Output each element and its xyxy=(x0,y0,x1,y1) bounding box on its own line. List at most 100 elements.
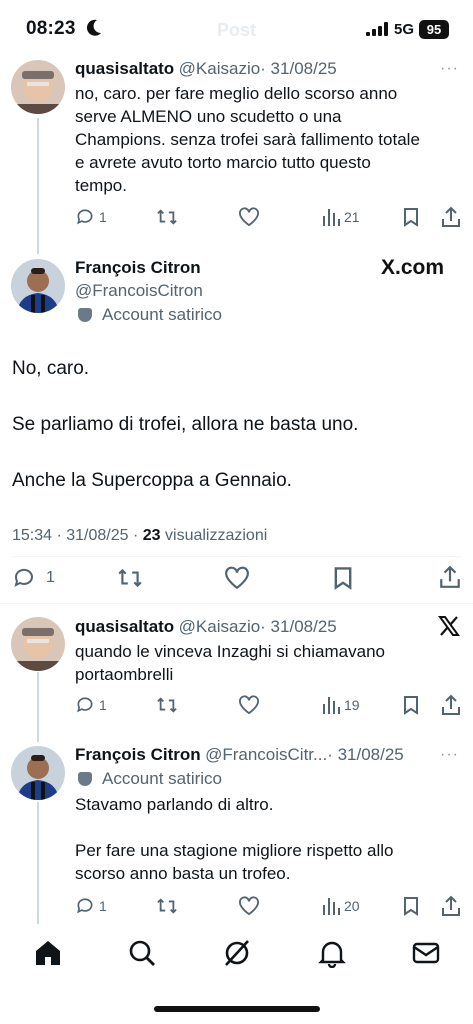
notifications-icon[interactable] xyxy=(317,938,347,968)
post-header: François Citron @FrancoisCitr...· 31/08/… xyxy=(75,745,404,765)
author-handle[interactable]: @Kaisazio xyxy=(179,617,261,636)
post-line: serve ALMENO uno scudetto o una xyxy=(75,107,342,126)
reply-button[interactable]: 1 xyxy=(75,695,107,715)
repost-icon xyxy=(157,209,177,225)
post-line: tempo. xyxy=(75,176,127,195)
satirical-badge: Account satirico xyxy=(78,305,222,325)
share-icon xyxy=(440,565,460,588)
share-icon xyxy=(442,206,460,227)
post-line: no, caro. per fare meglio dello scorso a… xyxy=(75,84,398,103)
view-count[interactable]: 23 xyxy=(143,527,161,544)
main-post-line: Anche la Supercoppa a Gennaio. xyxy=(12,470,292,491)
avatar[interactable] xyxy=(11,746,65,800)
post-header: quasisaltato @Kaisazio· 31/08/25 xyxy=(75,59,337,79)
post-body: quando le vinceva Inzaghi si chiamavano … xyxy=(75,640,385,686)
views-button[interactable]: 19 xyxy=(322,695,360,715)
repost-button[interactable] xyxy=(156,695,178,715)
avatar-image xyxy=(11,746,65,800)
x-logo-icon xyxy=(438,616,460,636)
author-handle[interactable]: @FrancoisCitr... xyxy=(205,745,327,764)
reply-count: 1 xyxy=(46,569,55,586)
share-icon xyxy=(442,694,460,715)
author-name[interactable]: François Citron xyxy=(75,258,201,278)
status-bar: Post 08:23 5G 95 xyxy=(0,0,473,56)
post-date: · 31/08/25 xyxy=(260,617,337,636)
like-button[interactable] xyxy=(238,695,260,715)
post-timestamp: 15:34 · 31/08/25 · 23 visualizzazioni xyxy=(12,527,267,545)
reply-button[interactable]: 1 xyxy=(75,896,107,916)
heart-icon xyxy=(239,695,259,715)
views-count: 21 xyxy=(344,209,360,225)
post-line: quando le vinceva Inzaghi si chiamavano xyxy=(75,642,385,661)
views-icon xyxy=(323,898,340,915)
grok-icon[interactable] xyxy=(222,938,252,968)
post-date: · 31/08/25 xyxy=(260,59,337,78)
avatar[interactable] xyxy=(11,60,65,114)
post-line: scorso anno basta un trofeo. xyxy=(75,864,291,883)
like-button[interactable] xyxy=(238,896,260,916)
repost-button[interactable] xyxy=(156,896,178,916)
bookmark-button[interactable] xyxy=(333,566,353,590)
author-name[interactable]: quasisaltato xyxy=(75,59,174,78)
views-icon xyxy=(323,209,340,226)
messages-icon[interactable] xyxy=(411,938,441,968)
views-button[interactable]: 21 xyxy=(322,207,360,227)
share-button[interactable] xyxy=(441,206,461,228)
divider xyxy=(12,556,461,557)
share-button[interactable] xyxy=(441,694,461,716)
author-name[interactable]: François Citron xyxy=(75,745,201,764)
reply-icon xyxy=(77,697,93,713)
reply-button[interactable]: 1 xyxy=(75,207,107,227)
like-button[interactable] xyxy=(224,566,250,590)
repost-button[interactable] xyxy=(117,566,143,590)
author-name[interactable]: quasisaltato xyxy=(75,617,174,636)
thread-connector xyxy=(37,672,39,742)
heart-icon xyxy=(239,207,259,227)
share-button[interactable] xyxy=(441,895,461,917)
badge-label: Account satirico xyxy=(102,305,222,324)
mask-icon xyxy=(78,308,92,322)
repost-icon xyxy=(157,898,177,914)
reply-icon xyxy=(77,898,93,914)
reply-count: 1 xyxy=(99,697,107,713)
bookmark-icon xyxy=(404,208,418,227)
search-icon[interactable] xyxy=(127,938,157,968)
author-handle[interactable]: @Kaisazio xyxy=(179,59,261,78)
post-time: 15:34 · 31/08/25 · xyxy=(12,527,139,544)
post-line: Champions. senza trofei sarà fallimento … xyxy=(75,130,420,149)
bookmark-button[interactable] xyxy=(403,896,419,916)
avatar[interactable] xyxy=(11,617,65,671)
repost-icon xyxy=(118,568,142,588)
bookmark-button[interactable] xyxy=(403,207,419,227)
bookmark-button[interactable] xyxy=(403,695,419,715)
avatar-image xyxy=(11,617,65,671)
repost-icon xyxy=(157,697,177,713)
more-options-button[interactable]: ··· xyxy=(440,746,459,764)
views-icon xyxy=(323,697,340,714)
more-options-button[interactable]: ··· xyxy=(440,60,459,78)
heart-icon xyxy=(239,896,259,916)
main-post-line: Se parliamo di trofei, allora ne basta u… xyxy=(12,414,359,435)
author-handle[interactable]: @FrancoisCitron xyxy=(75,281,203,301)
like-button[interactable] xyxy=(238,207,260,227)
share-icon xyxy=(442,895,460,916)
mask-icon xyxy=(78,772,92,786)
home-indicator[interactable] xyxy=(154,1006,320,1012)
network-label: 5G xyxy=(394,21,415,38)
avatar[interactable] xyxy=(11,259,65,313)
bookmark-icon xyxy=(404,696,418,715)
post-line: e avrete avuto torto marcio tutto questo xyxy=(75,153,371,172)
reply-button[interactable]: 1 xyxy=(12,566,55,590)
battery-indicator: 95 xyxy=(419,20,449,39)
home-icon[interactable] xyxy=(33,938,63,968)
post-body: no, caro. per fare meglio dello scorso a… xyxy=(75,82,420,197)
repost-button[interactable] xyxy=(156,207,178,227)
views-button[interactable]: 20 xyxy=(322,896,360,916)
reply-count: 1 xyxy=(99,898,107,914)
bookmark-icon xyxy=(334,567,352,590)
share-button[interactable] xyxy=(439,565,461,589)
views-count: 19 xyxy=(344,697,360,713)
post-header: quasisaltato @Kaisazio· 31/08/25 xyxy=(75,617,337,637)
brand-watermark: X.com xyxy=(381,256,445,279)
moon-icon xyxy=(86,19,101,36)
